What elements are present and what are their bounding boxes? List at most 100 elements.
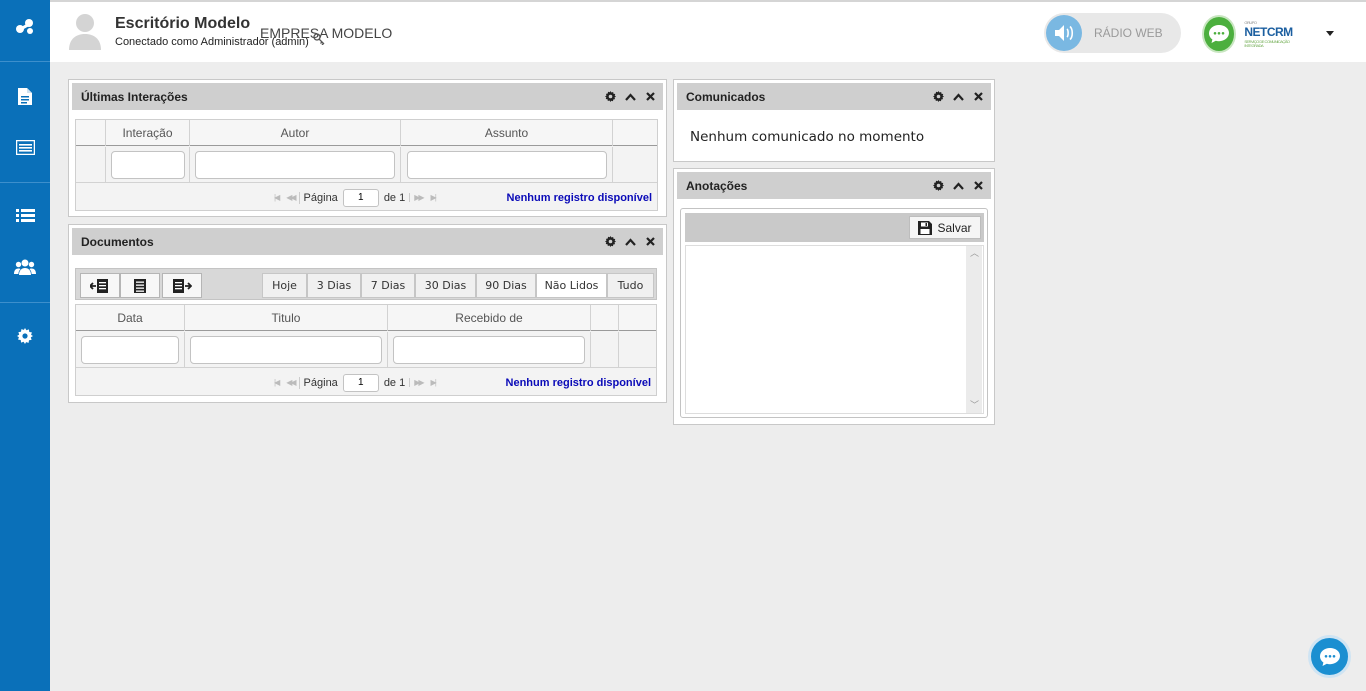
grid-filter-row bbox=[76, 331, 656, 368]
filter-cell bbox=[619, 332, 656, 368]
notes-toolbar: Salvar bbox=[685, 213, 984, 242]
documentos-grid: Data Titulo Recebido de |◀ ◀◀ Página de … bbox=[75, 304, 657, 396]
filter-30-dias-button[interactable]: 30 Dias bbox=[415, 273, 476, 298]
documentos-toolbar: Hoje 3 Dias 7 Dias 30 Dias 90 Dias Não L… bbox=[75, 268, 657, 300]
save-button[interactable]: Salvar bbox=[909, 216, 981, 239]
page-input[interactable] bbox=[342, 188, 379, 207]
close-icon[interactable] bbox=[644, 90, 657, 103]
netcrm-wordmark: GRUPO NETCRM SERVIÇO DE COMUNICAÇÃO INTE… bbox=[1244, 20, 1302, 48]
export-doc-button[interactable] bbox=[162, 273, 202, 298]
filter-hoje-button[interactable]: Hoje bbox=[262, 273, 307, 298]
next-page-icon[interactable]: ▶▶ bbox=[409, 378, 425, 387]
save-label: Salvar bbox=[937, 220, 972, 235]
close-icon[interactable] bbox=[972, 90, 985, 103]
filter-cell bbox=[76, 146, 106, 183]
settings-icon[interactable] bbox=[932, 90, 945, 103]
last-page-icon[interactable]: ▶| bbox=[431, 193, 437, 202]
grid-header-cell bbox=[613, 120, 657, 146]
page-label: Página bbox=[298, 191, 338, 204]
scroll-up-icon[interactable]: ︿ bbox=[970, 249, 979, 258]
panel-header: Anotações bbox=[677, 172, 991, 199]
view-doc-button[interactable] bbox=[120, 273, 160, 298]
settings-icon[interactable] bbox=[932, 179, 945, 192]
grid-header-cell bbox=[76, 120, 106, 146]
grid-filter-row bbox=[76, 146, 657, 183]
filter-cell bbox=[591, 331, 619, 368]
filter-cell bbox=[190, 146, 401, 183]
col-autor[interactable]: Autor bbox=[190, 120, 401, 146]
list-card-icon[interactable] bbox=[0, 132, 50, 162]
panel-title: Últimas Interações bbox=[81, 90, 188, 104]
scroll-down-icon[interactable]: ﹀ bbox=[970, 401, 979, 410]
prev-page-icon[interactable]: ◀◀ bbox=[286, 378, 296, 387]
filter-assunto-input[interactable] bbox=[406, 150, 607, 179]
first-page-icon[interactable]: |◀ bbox=[274, 193, 280, 202]
filter-cell bbox=[613, 147, 657, 183]
close-icon[interactable] bbox=[644, 235, 657, 248]
gear-icon[interactable] bbox=[0, 321, 50, 351]
close-icon[interactable] bbox=[972, 179, 985, 192]
page-of: de 1 bbox=[383, 376, 406, 389]
col-recebido-de[interactable]: Recebido de bbox=[388, 305, 591, 331]
settings-icon[interactable] bbox=[604, 90, 617, 103]
filter-cell bbox=[106, 146, 190, 183]
settings-icon[interactable] bbox=[604, 235, 617, 248]
filter-cell bbox=[76, 331, 185, 368]
save-icon bbox=[918, 220, 933, 235]
sidebar-divider bbox=[0, 182, 50, 183]
sidebar-divider bbox=[0, 61, 50, 62]
comunicados-panel: Comunicados Nenhum comunicado no momento bbox=[673, 79, 995, 162]
filter-interacao-input[interactable] bbox=[110, 150, 185, 179]
next-page-icon[interactable]: ▶▶ bbox=[409, 193, 425, 202]
netcrm-logo[interactable]: GRUPO NETCRM SERVIÇO DE COMUNICAÇÃO INTE… bbox=[1202, 14, 1302, 54]
first-page-icon[interactable]: |◀ bbox=[274, 378, 280, 387]
filter-nao-lidos-button[interactable]: Não Lidos bbox=[536, 273, 607, 298]
avatar[interactable] bbox=[68, 12, 102, 50]
filter-3-dias-button[interactable]: 3 Dias bbox=[307, 273, 361, 298]
notes-editor: Salvar ︿ ﹀ bbox=[680, 208, 988, 418]
document-icon[interactable] bbox=[0, 81, 50, 111]
notes-scrollbar[interactable]: ︿ ﹀ bbox=[966, 246, 982, 413]
radio-web-label: RÁDIO WEB bbox=[1094, 26, 1163, 40]
notes-textarea[interactable] bbox=[685, 245, 984, 414]
filter-tudo-button[interactable]: Tudo bbox=[607, 273, 654, 298]
filter-7-dias-button[interactable]: 7 Dias bbox=[361, 273, 415, 298]
radio-web-button[interactable]: RÁDIO WEB bbox=[1044, 13, 1181, 53]
page-input[interactable] bbox=[342, 373, 379, 392]
collapse-icon[interactable] bbox=[952, 179, 965, 192]
collapse-icon[interactable] bbox=[624, 90, 637, 103]
import-doc-button[interactable] bbox=[80, 273, 120, 298]
filter-recebido-input[interactable] bbox=[393, 335, 585, 364]
users-icon[interactable] bbox=[0, 252, 50, 282]
records-status: Nenhum registro disponível bbox=[505, 377, 651, 389]
col-interacao[interactable]: Interação bbox=[106, 120, 190, 146]
panel-header: Documentos bbox=[72, 228, 663, 255]
user-menu-caret[interactable] bbox=[1326, 31, 1334, 36]
netcrm-name: NETCRM bbox=[1244, 24, 1293, 39]
logo-icon[interactable] bbox=[0, 12, 50, 42]
sidebar bbox=[0, 0, 50, 691]
filter-autor-input[interactable] bbox=[195, 150, 395, 179]
last-page-icon[interactable]: ▶| bbox=[431, 378, 437, 387]
filter-90-dias-button[interactable]: 90 Dias bbox=[476, 273, 536, 298]
filter-titulo-input[interactable] bbox=[190, 335, 382, 364]
filter-data-input[interactable] bbox=[81, 335, 179, 364]
interacoes-panel: Últimas Interações Interação Autor Assun… bbox=[68, 79, 667, 217]
prev-page-icon[interactable]: ◀◀ bbox=[286, 193, 296, 202]
col-assunto[interactable]: Assunto bbox=[401, 120, 613, 146]
grid-header-cell bbox=[619, 305, 656, 331]
chat-support-button[interactable] bbox=[1308, 635, 1351, 678]
collapse-icon[interactable] bbox=[624, 235, 637, 248]
col-data[interactable]: Data bbox=[76, 305, 185, 331]
key-icon[interactable] bbox=[313, 33, 325, 46]
panel-header: Últimas Interações bbox=[72, 83, 663, 110]
collapse-icon[interactable] bbox=[952, 90, 965, 103]
office-title: Escritório Modelo bbox=[115, 15, 251, 32]
list-icon[interactable] bbox=[0, 200, 50, 230]
netcrm-tagline: SERVIÇO DE COMUNICAÇÃO INTEGRADA bbox=[1244, 38, 1290, 48]
panel-title: Comunicados bbox=[686, 90, 766, 104]
col-titulo[interactable]: Titulo bbox=[185, 305, 388, 331]
records-status: Nenhum registro disponível bbox=[506, 192, 652, 204]
comunicados-message: Nenhum comunicado no momento bbox=[690, 129, 925, 145]
pager: |◀ ◀◀ Página de 1 ▶▶ ▶| Nenhum registro … bbox=[76, 370, 656, 395]
